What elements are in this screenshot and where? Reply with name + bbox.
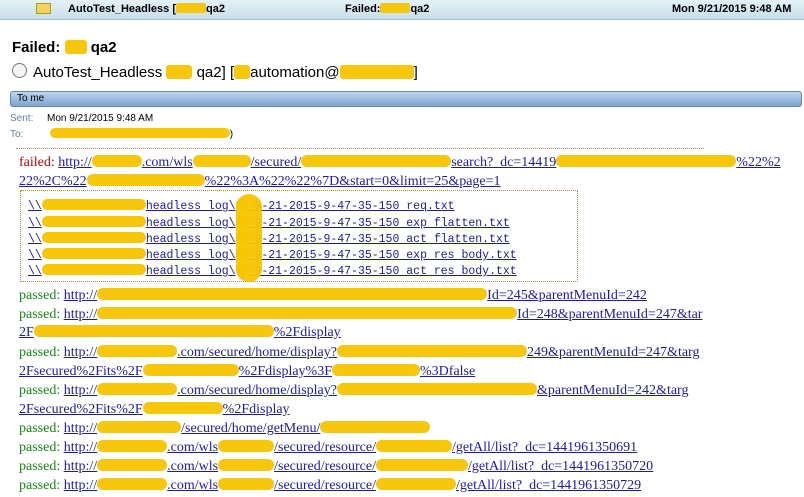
- passed-url-link[interactable]: http:///secured/home/getMenu/: [64, 421, 431, 436]
- to-me-bar[interactable]: To me: [10, 91, 802, 107]
- file-link[interactable]: \\ headless log\ 9-21-2015-9-47-35-150 ac…: [28, 232, 510, 246]
- passed-result: passed: http://Id=248&parentMenuId=247&t…: [19, 307, 703, 322]
- redaction: [236, 194, 262, 282]
- envelope-icon: [36, 3, 51, 14]
- passed-result: passed: http://Id=245&parentMenuId=242: [19, 288, 647, 303]
- sender-email: automation@: [250, 64, 340, 81]
- to-row[interactable]: To: ): [10, 128, 233, 140]
- passed-result: passed: http://.com/wls/secured/resource…: [19, 440, 638, 455]
- sender-line[interactable]: AutoTest_Headless qa2] [automation@]: [12, 63, 418, 81]
- sender-name: AutoTest_Headless: [33, 64, 163, 81]
- redaction: [64, 40, 87, 54]
- passed-result: passed: http://.com/secured/home/display…: [19, 383, 689, 398]
- failed-url-link[interactable]: http://.com/wls/secured/search?_dc=14419…: [58, 155, 781, 170]
- message-subject: Failed: qa2: [12, 39, 117, 56]
- passed-url-link[interactable]: http://.com/wls/secured/resource//getAll…: [64, 459, 653, 474]
- passed-url-link[interactable]: http://.com/secured/home/display? 249&par…: [64, 345, 699, 360]
- row-status: Failed: qa2: [345, 3, 430, 15]
- passed-url-link[interactable]: http://.com/wls/secured/resource//getAll…: [64, 478, 641, 493]
- failed-url-cont[interactable]: 22%2C%22 %22%3A%22%22%7D&start=0&limit=25…: [19, 174, 501, 190]
- file-link[interactable]: \\ headless log\ 9-21-2015-9-47-35-150 ac…: [28, 264, 517, 278]
- passed-url-cont[interactable]: 2F %2Fdisplay: [19, 325, 341, 341]
- presence-icon: [12, 63, 27, 78]
- sent-row: Sent: Mon 9/21/2015 9:48 AM: [10, 113, 154, 124]
- message-list-row[interactable]: AutoTest_Headless [qa2 Failed: qa2 Mon 9/…: [0, 0, 804, 20]
- passed-url-link[interactable]: http://Id=245&parentMenuId=242: [64, 288, 647, 303]
- passed-url-cont[interactable]: 2Fsecured%2Fits%2F %2Fdisplay%3F %3Dfalse: [19, 364, 475, 380]
- passed-result: passed: http:///secured/home/getMenu/: [19, 421, 431, 437]
- row-date: Mon 9/21/2015 9:48 AM: [672, 3, 792, 15]
- file-link[interactable]: \\ headless log\ 9-21-2015-9-47-35-150 ex…: [28, 216, 510, 230]
- passed-url-link[interactable]: http://.com/secured/home/display? &parent…: [64, 383, 688, 398]
- passed-url-link[interactable]: http://.com/wls/secured/resource//getAll…: [64, 440, 637, 455]
- passed-result: passed: http://.com/secured/home/display…: [19, 345, 700, 360]
- passed-result: passed: http://.com/wls/secured/resource…: [19, 478, 642, 493]
- header-divider: [16, 148, 704, 149]
- file-link[interactable]: \\ headless log\ 9-21-2015-9-47-35-150 ex…: [28, 248, 517, 262]
- passed-url-cont[interactable]: 2Fsecured%2Fits%2F %2Fdisplay: [19, 402, 290, 418]
- passed-result: passed: http://.com/wls/secured/resource…: [19, 459, 654, 474]
- passed-url-link[interactable]: http://Id=248&parentMenuId=247&tar: [64, 307, 702, 322]
- failed-result: failed: http://.com/wls/secured/search?_…: [19, 155, 781, 170]
- row-subject: AutoTest_Headless [qa2: [68, 3, 225, 15]
